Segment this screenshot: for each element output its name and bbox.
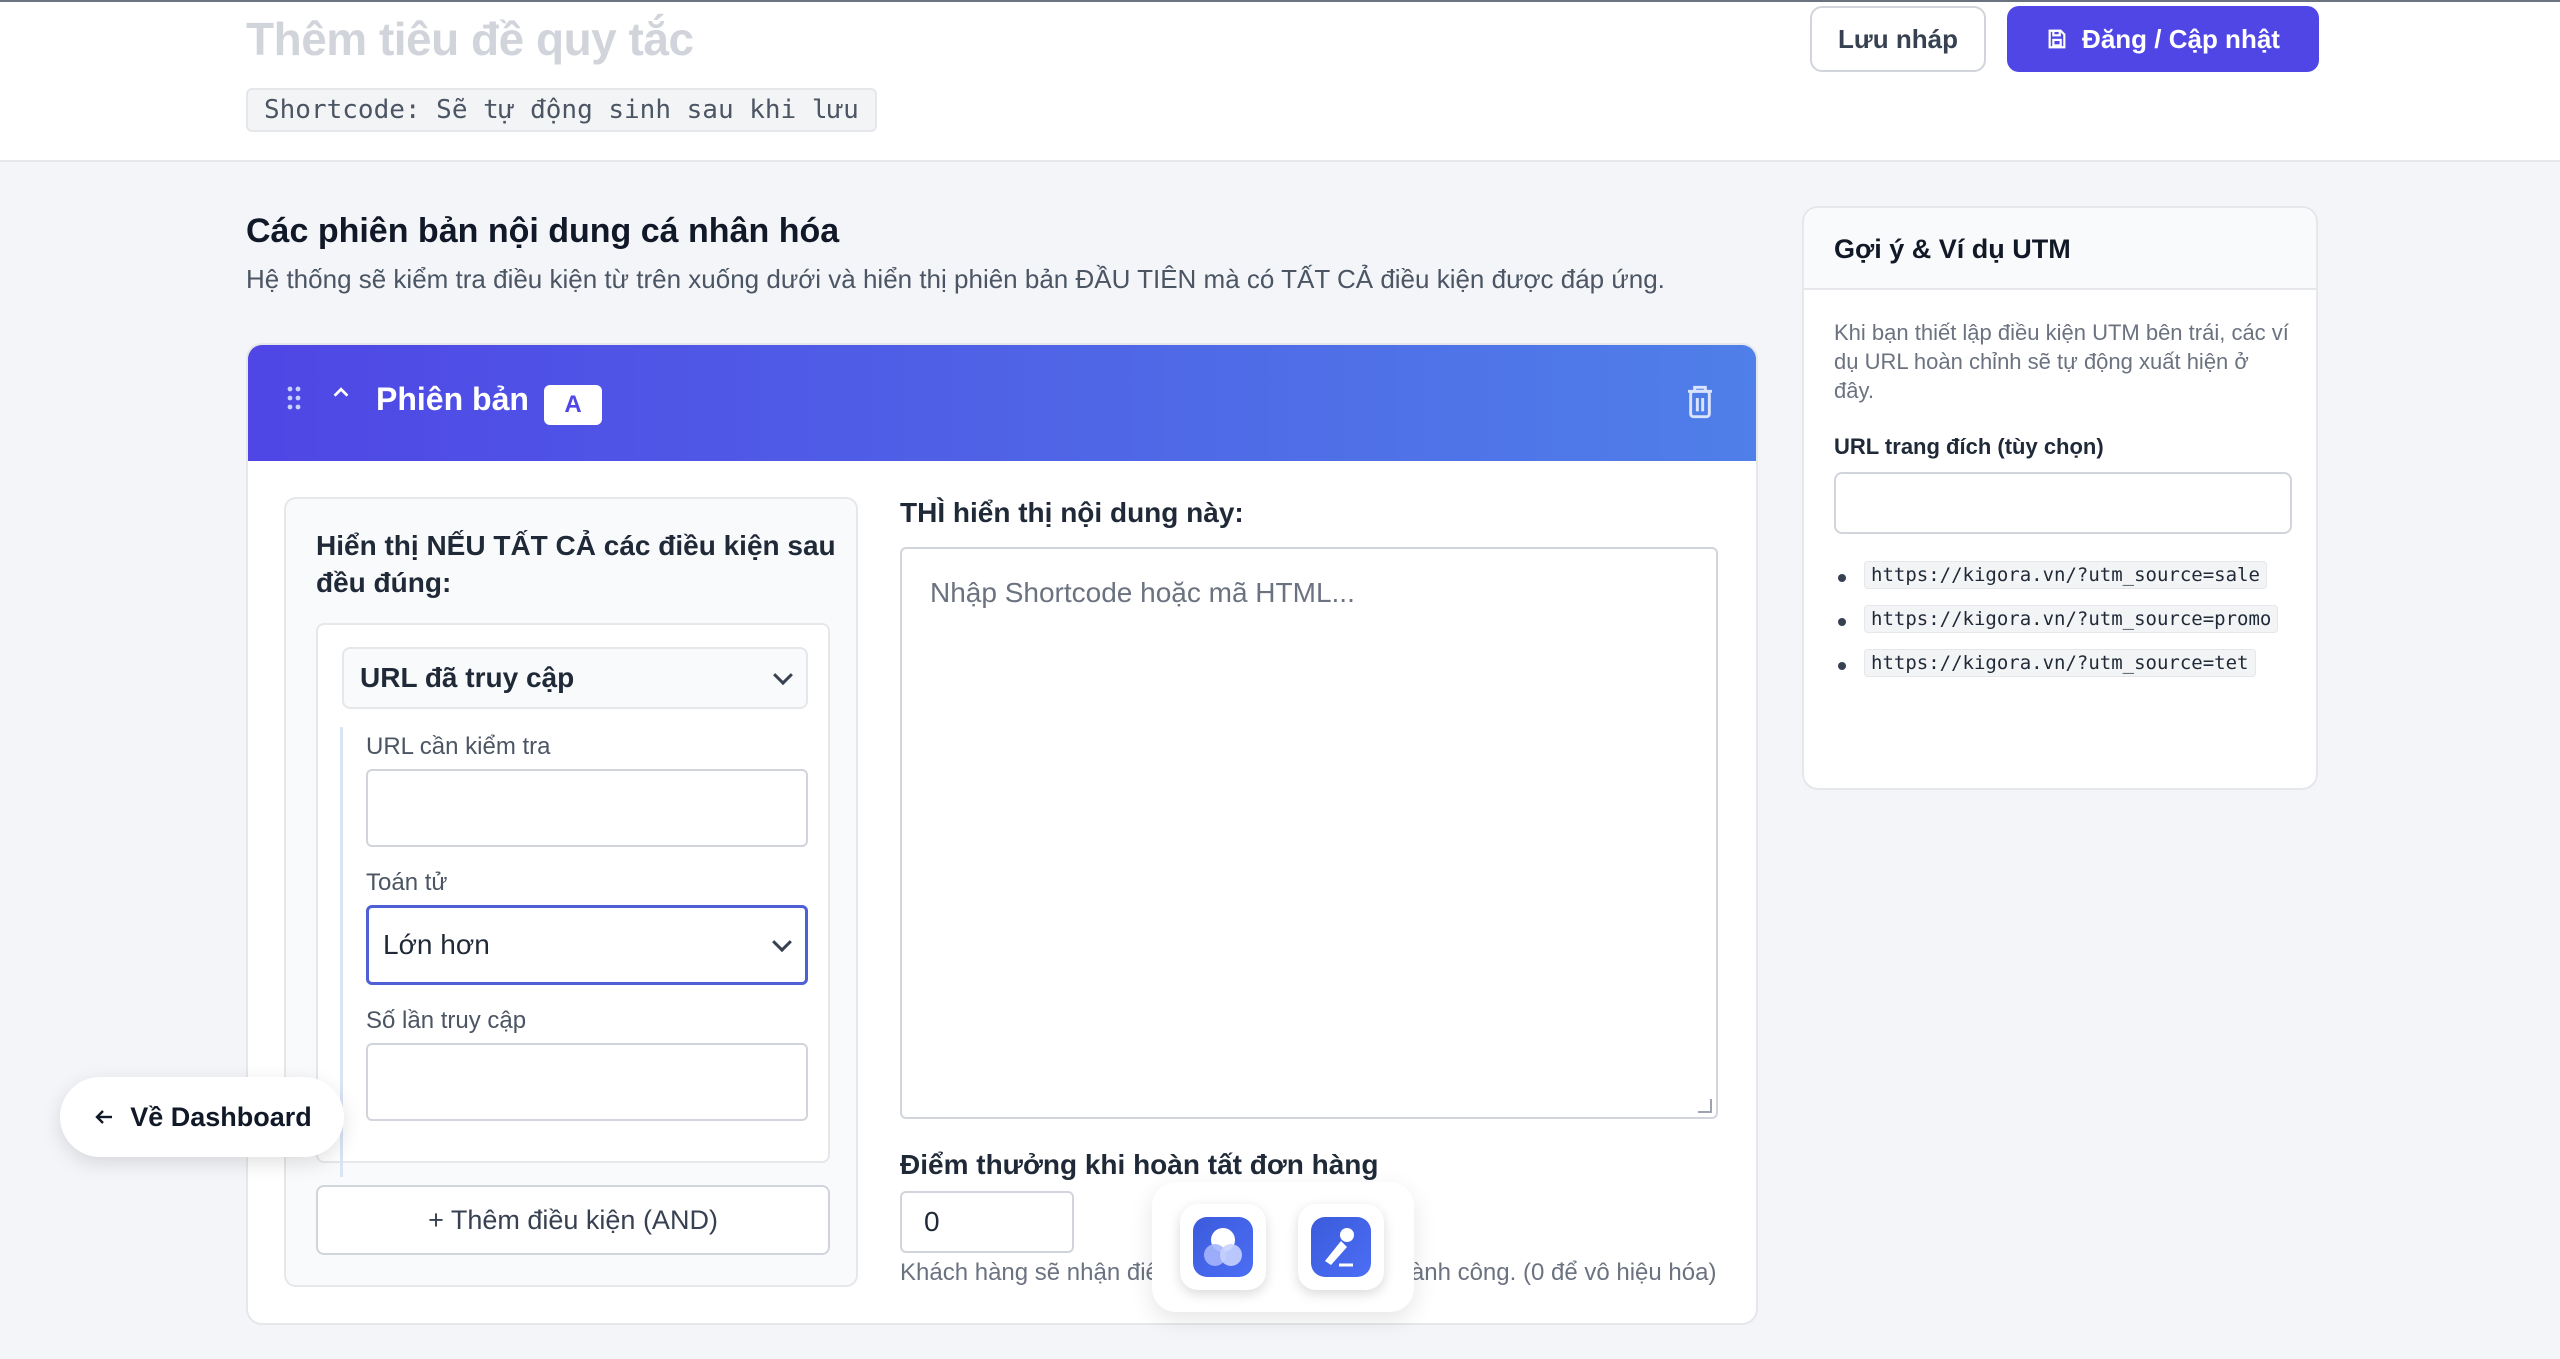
- list-item: https://kigora.vn/?utm_source=promo: [1834, 604, 2294, 634]
- condition-block: URL đã truy cập URL cần kiểm tra Toán tử…: [316, 623, 830, 1177]
- trash-icon[interactable]: [1684, 383, 1716, 421]
- section-title: Các phiên bản nội dung cá nhân hóa: [246, 212, 840, 250]
- pen-tool-icon[interactable]: [1298, 1204, 1384, 1290]
- back-to-dashboard-button[interactable]: Về Dashboard: [60, 1077, 344, 1157]
- condition-type-select[interactable]: URL đã truy cập: [342, 647, 808, 709]
- arrow-left-icon: [95, 1110, 113, 1124]
- utm-example-list: https://kigora.vn/?utm_source=sale https…: [1834, 560, 2294, 692]
- shortcode-display: Shortcode: Sẽ tự động sinh sau khi lưu: [246, 88, 877, 132]
- list-item: https://kigora.vn/?utm_source=tet: [1834, 648, 2294, 678]
- content-placeholder: Nhập Shortcode hoặc mã HTML...: [930, 577, 1355, 608]
- sidebar-description: Khi bạn thiết lập điều kiện UTM bên trái…: [1834, 320, 2289, 403]
- resize-handle-icon[interactable]: [1698, 1099, 1712, 1113]
- landing-url-input[interactable]: [1834, 472, 2292, 534]
- chevron-up-icon[interactable]: [330, 381, 352, 403]
- visits-label: Số lần truy cập: [366, 1007, 527, 1034]
- points-help-end: ành công. (0 để vô hiệu hóa): [1410, 1259, 1717, 1286]
- conditions-title: Hiển thị NẾU TẤT CẢ các điều kiện sau đề…: [316, 530, 836, 598]
- user-app-icon[interactable]: [1180, 1204, 1266, 1290]
- version-header[interactable]: Phiên bản A: [248, 345, 1756, 461]
- content-textarea[interactable]: Nhập Shortcode hoặc mã HTML...: [900, 547, 1718, 1119]
- floating-dock: [1152, 1182, 1414, 1312]
- operator-label: Toán tử: [366, 869, 448, 896]
- add-condition-button[interactable]: + Thêm điều kiện (AND): [316, 1185, 830, 1255]
- version-badge: A: [544, 385, 602, 425]
- points-input[interactable]: 0: [900, 1191, 1074, 1253]
- utm-example[interactable]: https://kigora.vn/?utm_source=tet: [1864, 649, 2256, 677]
- publish-button[interactable]: Đăng / Cập nhật: [2007, 6, 2319, 72]
- rule-title-input[interactable]: Thêm tiêu đề quy tắc: [246, 12, 694, 66]
- back-button-label: Về Dashboard: [130, 1101, 312, 1132]
- sidebar-header: Gợi ý & Ví dụ UTM: [1804, 208, 2316, 290]
- chevron-down-icon: [772, 932, 792, 953]
- points-label: Điểm thưởng khi hoàn tất đơn hàng: [900, 1149, 1379, 1180]
- points-help-start: Khách hàng sẽ nhận điểm: [900, 1259, 1179, 1286]
- publish-button-label: Đăng / Cập nhật: [2082, 23, 2280, 54]
- landing-url-label: URL trang đích (tùy chọn): [1834, 434, 2104, 459]
- url-check-input[interactable]: [366, 769, 808, 847]
- save-icon: [2048, 29, 2066, 49]
- sidebar-title: Gợi ý & Ví dụ UTM: [1834, 234, 2071, 264]
- conditions-panel: Hiển thị NẾU TẤT CẢ các điều kiện sau đề…: [284, 497, 858, 1287]
- utm-example[interactable]: https://kigora.vn/?utm_source=promo: [1864, 605, 2279, 633]
- visits-input[interactable]: [366, 1043, 808, 1121]
- operator-value: Lớn hơn: [383, 929, 490, 960]
- section-description: Hệ thống sẽ kiểm tra điều kiện từ trên x…: [246, 264, 1665, 294]
- then-label: THÌ hiển thị nội dung này:: [900, 497, 1244, 528]
- utm-sidebar: Gợi ý & Ví dụ UTM Khi bạn thiết lập điều…: [1802, 206, 2318, 790]
- version-label: Phiên bản: [376, 381, 529, 417]
- version-card: Phiên bản A Hiển thị NẾU TẤT CẢ các điều…: [246, 343, 1758, 1325]
- operator-select[interactable]: Lớn hơn: [366, 905, 808, 985]
- save-draft-button[interactable]: Lưu nháp: [1810, 6, 1986, 72]
- drag-handle-icon[interactable]: [286, 385, 302, 411]
- chevron-down-icon: [773, 665, 793, 686]
- condition-type-value: URL đã truy cập: [360, 662, 575, 693]
- url-check-label: URL cần kiểm tra: [366, 733, 551, 760]
- list-item: https://kigora.vn/?utm_source=sale: [1834, 560, 2294, 590]
- top-bar: Thêm tiêu đề quy tắc Shortcode: Sẽ tự độ…: [0, 0, 2560, 162]
- utm-example[interactable]: https://kigora.vn/?utm_source=sale: [1864, 561, 2267, 589]
